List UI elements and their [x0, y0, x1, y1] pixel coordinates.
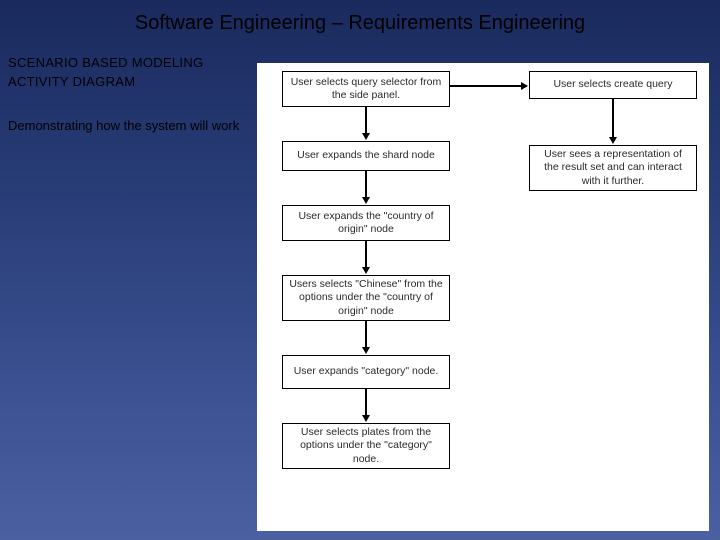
arrow-line [365, 241, 367, 268]
node-select-plates: User selects plates from the options und… [282, 423, 450, 469]
page-title: Software Engineering – Requirements Engi… [0, 0, 720, 43]
arrow-head-icon [362, 133, 370, 140]
sidebar-heading-2: ACTIVITY DIAGRAM [8, 74, 258, 89]
activity-diagram: User selects query selector from the sid… [257, 63, 709, 531]
node-select-chinese: Users selects "Chinese" from the options… [282, 275, 450, 321]
sidebar-heading-1: SCENARIO BASED MODELING [8, 55, 258, 70]
sidebar-description: Demonstrating how the system will work [8, 117, 258, 135]
node-select-query-selector: User selects query selector from the sid… [282, 71, 450, 107]
arrow-line [365, 389, 367, 416]
arrow-head-icon [362, 267, 370, 274]
arrow-head-icon [362, 197, 370, 204]
node-expand-country: User expands the "country of origin" nod… [282, 205, 450, 241]
arrow-head-icon [521, 82, 528, 90]
arrow-line [450, 85, 522, 87]
arrow-line [365, 107, 367, 134]
arrow-line [365, 321, 367, 348]
node-create-query: User selects create query [529, 71, 697, 99]
arrow-head-icon [362, 347, 370, 354]
node-result-set: User sees a representation of the result… [529, 145, 697, 191]
arrow-line [612, 99, 614, 138]
sidebar: SCENARIO BASED MODELING ACTIVITY DIAGRAM… [8, 55, 258, 135]
arrow-head-icon [609, 137, 617, 144]
arrow-head-icon [362, 415, 370, 422]
arrow-line [365, 171, 367, 198]
node-expand-category: User expands "category" node. [282, 355, 450, 389]
node-expand-shard: User expands the shard node [282, 141, 450, 171]
